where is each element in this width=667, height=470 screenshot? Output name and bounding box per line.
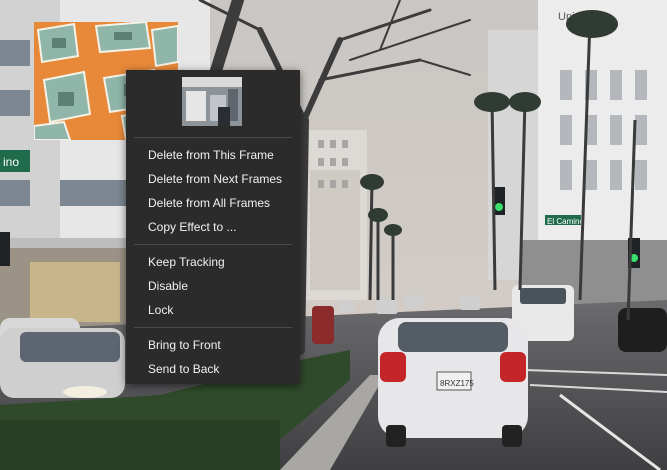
context-menu: Delete from This Frame Delete from Next … <box>126 70 300 384</box>
menu-separator <box>134 137 292 138</box>
menu-item-send-to-back[interactable]: Send to Back <box>148 362 219 376</box>
thumbnail-image <box>182 77 242 126</box>
menu-item-delete-all-frames[interactable]: Delete from All Frames <box>148 196 270 210</box>
video-frame[interactable]: ino Uni El Camino 8RXZ175 Delete from Th… <box>0 0 667 470</box>
menu-item-copy-effect[interactable]: Copy Effect to ... <box>148 220 237 234</box>
cross-sign-text: El Camino <box>547 217 584 226</box>
menu-item-bring-to-front[interactable]: Bring to Front <box>148 338 221 352</box>
menu-item-delete-this-frame[interactable]: Delete from This Frame <box>148 148 274 162</box>
frame-thumbnail <box>182 77 242 126</box>
menu-separator <box>134 327 292 328</box>
menu-item-disable[interactable]: Disable <box>148 279 188 293</box>
menu-item-keep-tracking[interactable]: Keep Tracking <box>148 255 225 269</box>
menu-separator <box>134 244 292 245</box>
menu-item-delete-next-frames[interactable]: Delete from Next Frames <box>148 172 282 186</box>
menu-item-lock[interactable]: Lock <box>148 303 173 317</box>
license-plate-text: 8RXZ175 <box>440 379 474 388</box>
street-sign-text: ino <box>3 155 19 169</box>
